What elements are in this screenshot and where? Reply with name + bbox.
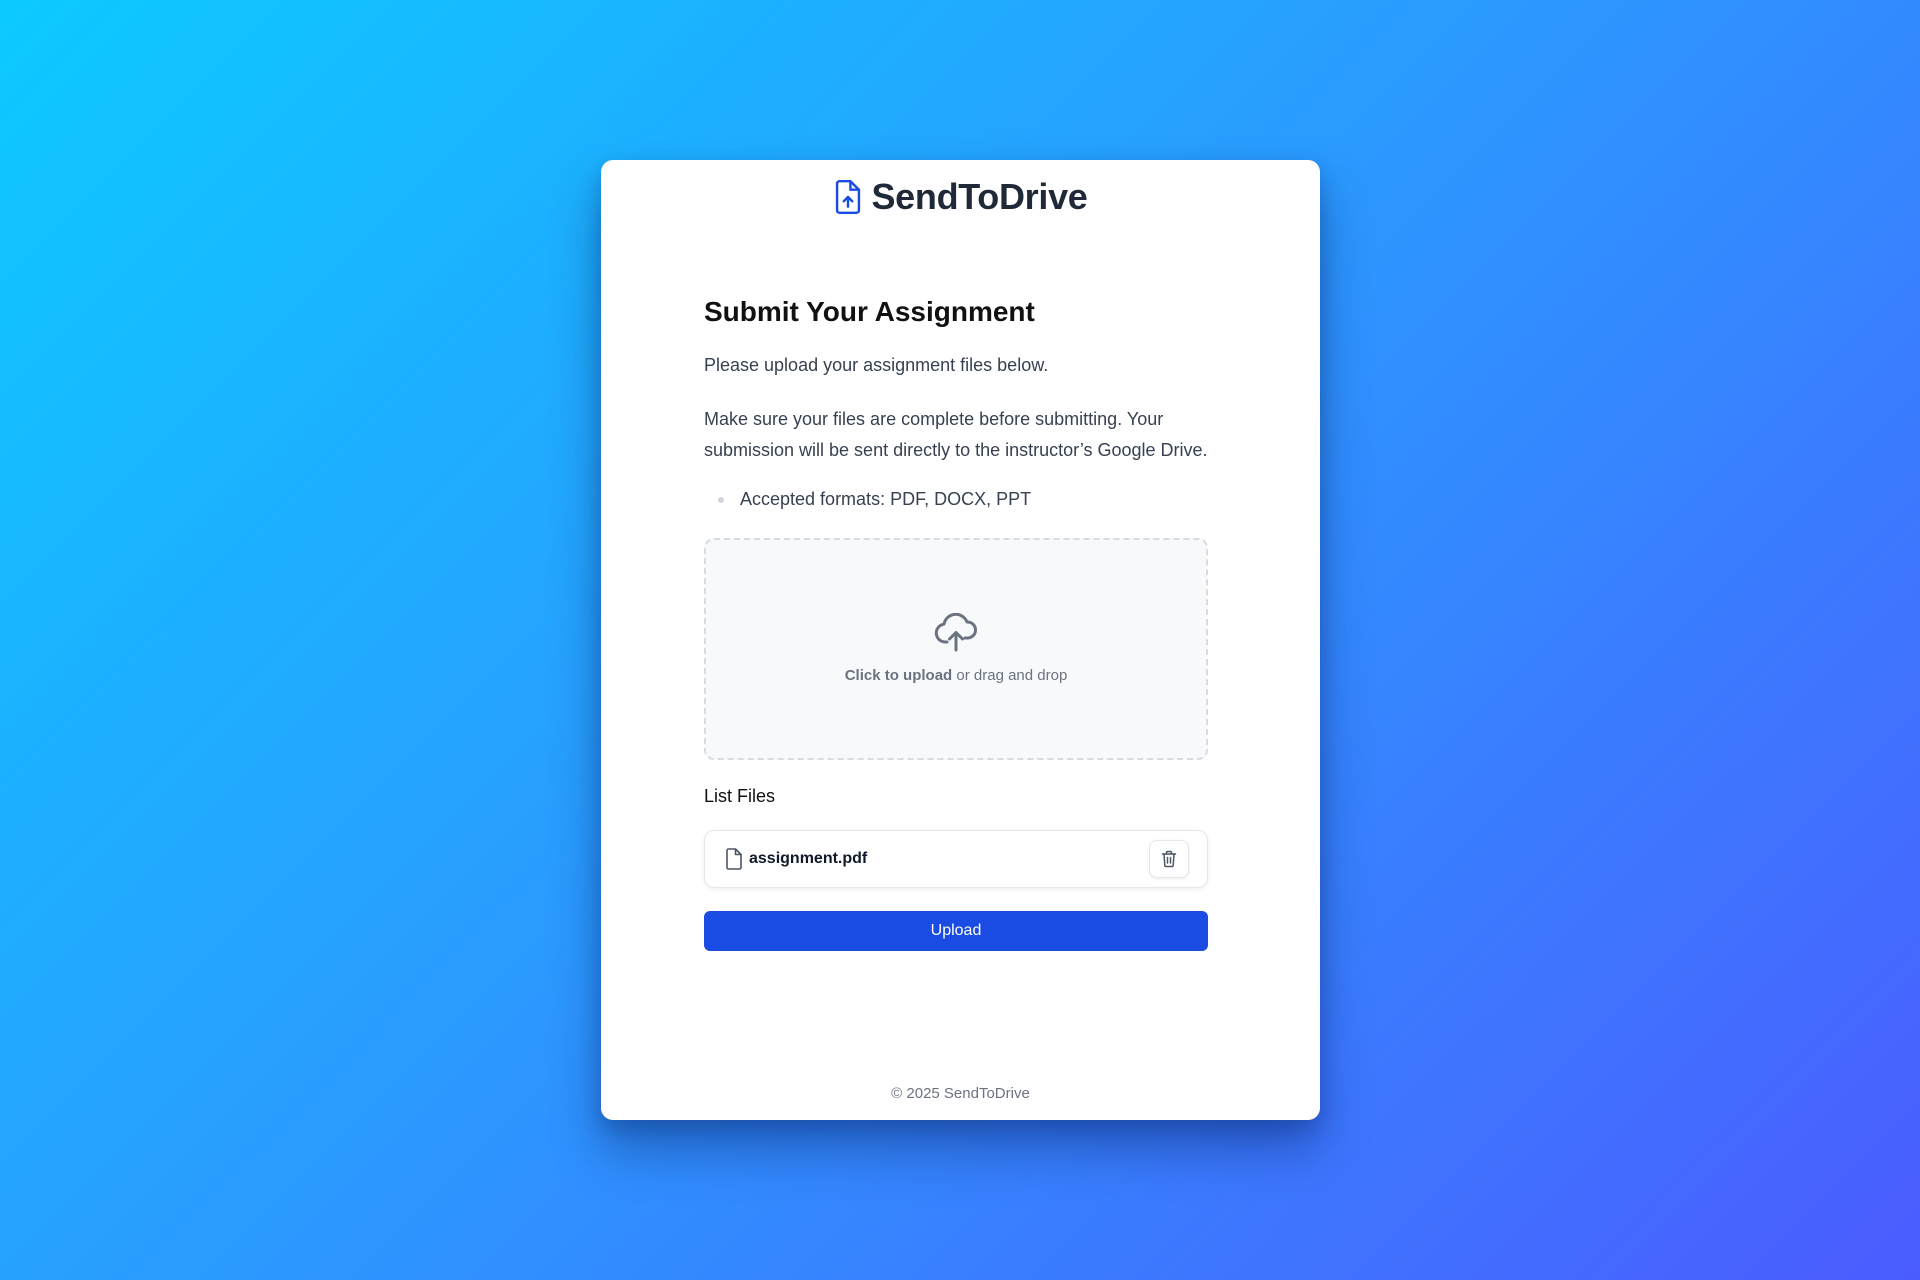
page-title: Submit Your Assignment — [704, 296, 1035, 327]
file-upload-icon — [836, 180, 861, 214]
list-files-label: List Files — [704, 785, 776, 806]
trash-icon — [1161, 850, 1177, 868]
file-name: assignment.pdf — [749, 849, 868, 867]
upload-button[interactable]: Upload — [704, 910, 1208, 951]
upload-card: SendToDrive Submit Your Assignment Pleas… — [601, 160, 1320, 1120]
accepted-formats-text: Accepted formats: PDF, DOCX, PPT — [740, 488, 1032, 509]
footer-copyright: © 2025 SendToDrive — [891, 1085, 1030, 1102]
accepted-formats-list: Accepted formats: PDF, DOCX, PPT — [704, 487, 1208, 511]
click-to-upload-label[interactable]: Click to upload — [845, 667, 953, 684]
list-item: Accepted formats: PDF, DOCX, PPT — [704, 487, 1208, 511]
main-content: Submit Your Assignment Please upload you… — [704, 295, 1208, 951]
delete-file-button[interactable] — [1149, 839, 1189, 878]
dropzone-text: Click to upload or drag and drop — [845, 667, 1068, 684]
drag-drop-hint: or drag and drop — [952, 667, 1068, 685]
file-dropzone[interactable]: Click to upload or drag and drop — [704, 537, 1208, 760]
brand-name: SendToDrive — [871, 176, 1088, 217]
file-icon — [726, 847, 742, 870]
page-subtitle: Please upload your assignment files belo… — [704, 354, 1049, 375]
bullet-dot — [718, 496, 724, 503]
cloud-upload-icon — [934, 613, 977, 652]
file-list-item: assignment.pdf — [704, 829, 1208, 888]
submission-note: Make sure your files are complete before… — [704, 408, 1208, 460]
brand-header: SendToDrive — [601, 176, 1320, 218]
